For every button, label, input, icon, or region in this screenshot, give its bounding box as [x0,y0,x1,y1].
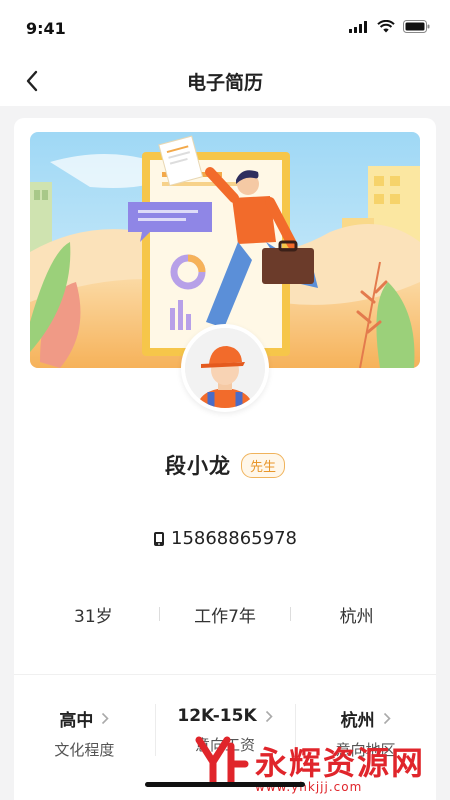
watermark-text: 永辉资源网 [255,744,426,782]
status-time: 9:41 [26,19,66,38]
status-icons [349,20,430,33]
stats-row: 31岁 工作7年 杭州 [28,600,422,628]
watermark-logo [195,736,249,786]
battery-icon [403,20,430,33]
home-indicator [145,782,305,787]
stat-age: 31岁 [74,606,113,627]
title-badge: 先生 [240,452,285,478]
info-region-value: 杭州 [340,711,375,731]
phone-number: 15868865978 [171,528,297,549]
phone-icon [154,531,164,546]
status-bar: 9:41 [0,0,450,56]
signal-icon [349,20,367,33]
info-education[interactable]: 高中 文化程度 [14,692,155,772]
chevron-right-icon [102,712,109,725]
info-education-value: 高中 [59,711,94,731]
phone-row[interactable]: 15868865978 [14,528,436,549]
chevron-right-icon [383,712,391,725]
info-education-value-row: 高中 [14,706,155,731]
watermark: 永辉资源网 www.yhkjjj.com [195,736,445,794]
chevron-right-icon [265,710,273,722]
page-title: 电子简历 [186,72,263,94]
info-education-label: 文化程度 [54,741,115,759]
avatar [181,324,269,412]
name-row: 段小龙 先生 [14,450,436,480]
resume-card: 段小龙 先生 15868865978 31岁 工作7年 杭州 高中 文化程度 1… [14,118,436,800]
stat-city: 杭州 [339,606,374,627]
wifi-icon [377,20,395,33]
info-salary-value-row: 12K-15K [155,706,296,726]
candidate-name: 段小龙 [164,454,231,478]
info-salary-value: 12K-15K [177,706,257,726]
section-divider [14,674,436,675]
info-region-value-row: 杭州 [295,706,436,731]
nav-bar: 电子简历 [0,56,450,106]
stat-experience: 工作7年 [194,606,256,627]
